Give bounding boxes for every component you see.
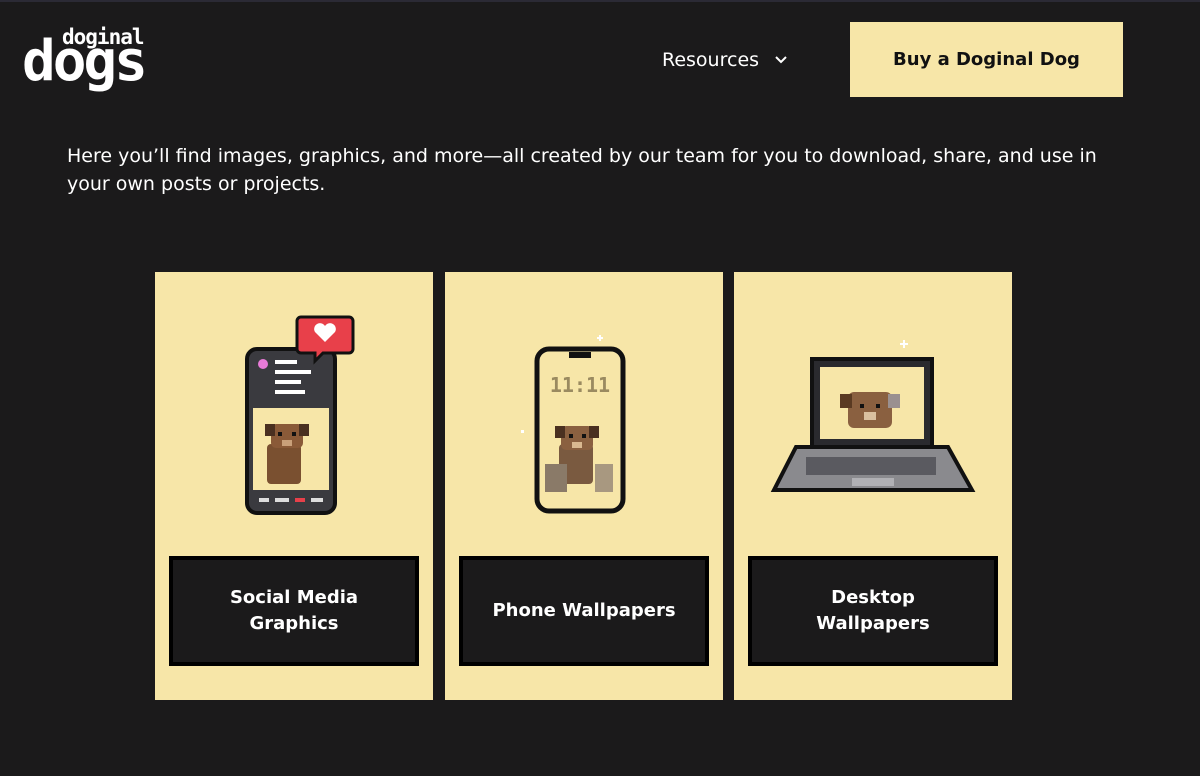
card-social-media[interactable]: Social Media Graphics — [155, 272, 433, 700]
social-phone-illustration-icon — [245, 315, 355, 515]
social-media-graphics-button[interactable]: Social Media Graphics — [169, 556, 419, 666]
phone-wallpapers-button[interactable]: Phone Wallpapers — [459, 556, 709, 666]
card-desktop-wallpapers[interactable]: Desktop Wallpapers — [734, 272, 1012, 700]
intro-text: Here you’ll find images, graphics, and m… — [67, 145, 1097, 195]
laptop-illustration-icon — [770, 340, 976, 492]
logo-big-text: dogs — [22, 29, 148, 94]
card-phone-wallpapers[interactable]: 11:11 Phone Wallpapers — [445, 272, 723, 700]
top-border — [0, 0, 1200, 2]
desktop-wallpapers-button[interactable]: Desktop Wallpapers — [748, 556, 998, 666]
wallpaper-clock: 11:11 — [550, 373, 610, 397]
buy-doginal-dog-button[interactable]: Buy a Doginal Dog — [850, 22, 1123, 97]
chevron-down-icon — [775, 56, 787, 64]
doginal-dogs-logo[interactable]: doginal dogs — [22, 25, 174, 94]
resources-label: Resources — [662, 49, 760, 71]
phone-wallpaper-illustration-icon: 11:11 — [521, 335, 626, 514]
resources-dropdown[interactable]: Resources — [662, 46, 787, 74]
